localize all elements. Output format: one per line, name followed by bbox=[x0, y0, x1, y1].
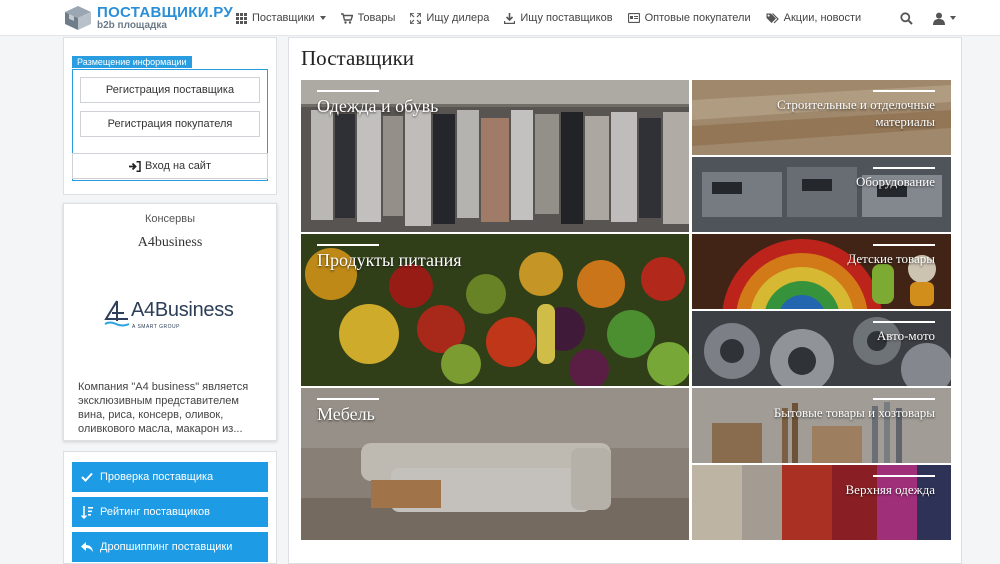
company-category: Консервы bbox=[144, 213, 196, 225]
nav-promotions-label: Акции, новости bbox=[783, 12, 862, 24]
search-icon bbox=[900, 11, 913, 25]
tile-accent-bar bbox=[873, 90, 935, 92]
company-logo-text: A4Business bbox=[131, 299, 234, 321]
top-navbar: ПОСТАВЩИКИ.РУ b2b площадка Поставщики То… bbox=[0, 0, 1000, 36]
chevron-down-icon bbox=[319, 16, 326, 20]
check-supplier-button[interactable]: Проверка поставщика bbox=[72, 462, 268, 492]
check-icon bbox=[81, 472, 93, 482]
dropshipping-button[interactable]: Дропшиппинг поставщики bbox=[72, 532, 268, 562]
search-button[interactable] bbox=[900, 11, 913, 25]
nav-goods-label: Товары bbox=[357, 12, 396, 24]
tile-label: Бытовые товары и хозтовары bbox=[773, 405, 935, 420]
tile-accent-bar bbox=[873, 244, 935, 246]
expand-icon bbox=[410, 12, 422, 24]
tile-label: Строительные и отделочные материалы bbox=[777, 97, 935, 129]
actions-panel: Проверка поставщика Рейтинг поставщиков … bbox=[63, 451, 277, 564]
category-tile-household[interactable]: Бытовые товары и хозтовары bbox=[692, 388, 951, 463]
page-title: Поставщики bbox=[301, 46, 415, 70]
sign-in-icon bbox=[129, 160, 141, 172]
category-tile-kids[interactable]: Детские товары bbox=[692, 234, 951, 309]
company-name: A4business bbox=[137, 235, 203, 250]
logo-subtitle: b2b площадка bbox=[97, 20, 167, 31]
reply-icon bbox=[81, 542, 93, 552]
category-tile-clothing[interactable]: Одежда и обувь bbox=[301, 80, 689, 232]
registration-legend: Размещение информации bbox=[72, 56, 192, 68]
user-menu-button[interactable] bbox=[933, 12, 956, 25]
supplier-rating-button[interactable]: Рейтинг поставщиков bbox=[72, 497, 268, 527]
chevron-down-icon bbox=[950, 16, 956, 20]
cart-icon bbox=[340, 12, 353, 24]
tile-label: Верхняя одежда bbox=[845, 482, 935, 497]
download-icon bbox=[504, 12, 516, 24]
company-card[interactable]: Консервы A4business A4Business A SMART G… bbox=[63, 203, 277, 441]
tile-label: Мебель bbox=[317, 404, 375, 424]
nav-promotions[interactable]: Акции, новости bbox=[766, 12, 862, 24]
nav-find-suppliers[interactable]: Ищу поставщиков bbox=[504, 12, 613, 24]
login-button[interactable]: Вход на сайт bbox=[72, 153, 268, 179]
tile-label: Детские товары bbox=[847, 251, 935, 266]
company-description: Компания "А4 business" является эксклюзи… bbox=[78, 381, 249, 435]
tile-accent-bar bbox=[317, 398, 379, 400]
tags-icon bbox=[766, 12, 779, 23]
nav-goods[interactable]: Товары bbox=[340, 12, 396, 24]
check-supplier-label: Проверка поставщика bbox=[100, 471, 214, 483]
main-nav: Поставщики Товары Ищу дилера Ищу поставщ… bbox=[236, 0, 876, 36]
main-content: Поставщики Одежда и обувь Продукты питан… bbox=[288, 37, 962, 564]
company-logo-sub: A SMART GROUP bbox=[132, 324, 180, 330]
site-logo[interactable]: ПОСТАВЩИКИ.РУ b2b площадка bbox=[63, 3, 233, 33]
tile-label: Продукты питания bbox=[317, 250, 462, 270]
tile-accent-bar bbox=[873, 398, 935, 400]
category-tile-building-materials[interactable]: Строительные и отделочные материалы bbox=[692, 80, 951, 155]
tile-label: Одежда и обувь bbox=[317, 96, 439, 116]
tile-accent-bar bbox=[873, 321, 935, 323]
nav-suppliers[interactable]: Поставщики bbox=[236, 12, 326, 24]
register-supplier-button[interactable]: Регистрация поставщика bbox=[80, 77, 260, 103]
supplier-rating-label: Рейтинг поставщиков bbox=[100, 506, 210, 518]
nav-tools bbox=[880, 0, 956, 36]
nav-wholesale-buyers[interactable]: Оптовые покупатели bbox=[627, 12, 751, 24]
card-icon bbox=[627, 13, 640, 23]
category-tile-auto-moto[interactable]: Авто-мото bbox=[692, 311, 951, 386]
company-logo: A4Business A SMART GROUP bbox=[104, 299, 244, 339]
nav-dealer-label: Ищу дилера bbox=[426, 12, 490, 24]
category-tile-food[interactable]: Продукты питания bbox=[301, 234, 689, 386]
logo-title: ПОСТАВЩИКИ.РУ bbox=[97, 4, 233, 21]
nav-find-suppliers-label: Ищу поставщиков bbox=[520, 12, 613, 24]
grid-icon bbox=[236, 12, 247, 24]
nav-wholesale-buyers-label: Оптовые покупатели bbox=[644, 12, 751, 24]
tile-accent-bar bbox=[317, 244, 379, 246]
category-tile-outerwear[interactable]: Верхняя одежда bbox=[692, 465, 951, 540]
tile-accent-bar bbox=[873, 475, 935, 477]
tile-accent-bar bbox=[873, 167, 935, 169]
category-tile-furniture[interactable]: Мебель bbox=[301, 388, 689, 540]
user-icon bbox=[933, 12, 945, 25]
tile-label: Авто-мото bbox=[876, 328, 935, 343]
tile-label: Оборудование bbox=[855, 174, 935, 189]
registration-panel: Размещение информации Регистрация постав… bbox=[63, 37, 277, 195]
nav-dealer[interactable]: Ищу дилера bbox=[410, 12, 489, 24]
nav-suppliers-label: Поставщики bbox=[252, 12, 315, 24]
category-tile-equipment[interactable]: Оборудование bbox=[692, 157, 951, 232]
a4-logo-icon bbox=[104, 300, 130, 327]
tile-accent-bar bbox=[317, 90, 379, 92]
box-logo-icon bbox=[65, 6, 91, 30]
login-label: Вход на сайт bbox=[145, 160, 211, 172]
dropshipping-label: Дропшиппинг поставщики bbox=[100, 541, 233, 553]
register-buyer-button[interactable]: Регистрация покупателя bbox=[80, 111, 260, 137]
sort-icon bbox=[81, 505, 93, 519]
